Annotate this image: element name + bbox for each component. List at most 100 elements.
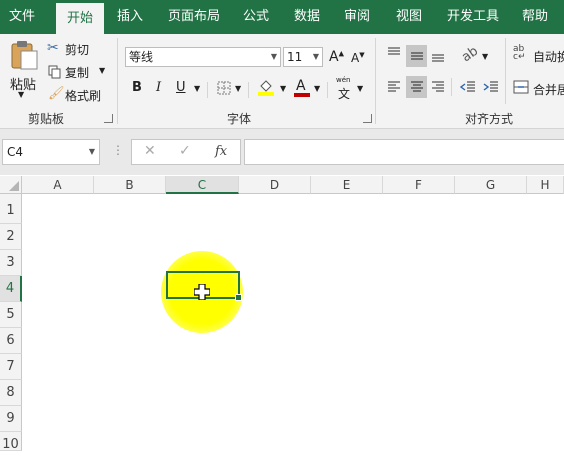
font-size-value: 11 bbox=[287, 50, 303, 64]
format-painter-button[interactable]: 🖌 格式刷 bbox=[47, 86, 107, 104]
top-align-icon[interactable] bbox=[387, 47, 401, 61]
tab-review[interactable]: 审阅 bbox=[336, 0, 378, 34]
tab-developer[interactable]: 开发工具 bbox=[440, 0, 506, 34]
row-header-6[interactable]: 6 bbox=[0, 328, 22, 354]
tab-page-layout[interactable]: 页面布局 bbox=[160, 0, 228, 34]
merge-center-button[interactable]: 合并居 bbox=[513, 78, 564, 98]
row-header-9[interactable]: 9 bbox=[0, 406, 22, 432]
font-launcher-icon[interactable] bbox=[363, 114, 372, 123]
brush-icon: 🖌 bbox=[48, 86, 65, 101]
align-left-icon[interactable] bbox=[387, 80, 401, 94]
paste-dropdown-icon[interactable]: ▼ bbox=[18, 90, 24, 99]
cancel-icon[interactable]: ✕ bbox=[144, 143, 156, 159]
column-header-b[interactable]: B bbox=[94, 176, 166, 194]
tab-file[interactable]: 文件 bbox=[0, 0, 44, 34]
format-painter-label: 格式刷 bbox=[65, 89, 102, 103]
cut-button[interactable]: ✂ 剪切 bbox=[47, 40, 97, 58]
phonetic-dropdown-icon[interactable]: ▼ bbox=[357, 84, 363, 93]
merge-label: 合并居 bbox=[533, 83, 564, 97]
italic-button[interactable]: I bbox=[156, 80, 161, 95]
font-color-dropdown-icon[interactable]: ▼ bbox=[314, 84, 320, 93]
column-header-a[interactable]: A bbox=[22, 176, 94, 194]
merge-icon bbox=[513, 80, 529, 94]
copy-dropdown-icon: ▼ bbox=[99, 66, 106, 75]
grow-font-icon[interactable]: A▲ bbox=[329, 49, 344, 65]
font-name-value: 等线 bbox=[129, 50, 154, 64]
orientation-dropdown-icon[interactable]: ▼ bbox=[482, 52, 488, 61]
border-icon[interactable] bbox=[217, 81, 231, 95]
row-header-5[interactable]: 5 bbox=[0, 302, 22, 328]
underline-dropdown-icon[interactable]: ▼ bbox=[194, 84, 200, 93]
name-box-value: C4 bbox=[7, 145, 24, 159]
shrink-font-icon[interactable]: A▼ bbox=[351, 51, 365, 65]
phonetic-glyph: 文 bbox=[338, 87, 351, 101]
row-header-7[interactable]: 7 bbox=[0, 354, 22, 380]
divider bbox=[451, 78, 452, 96]
fill-color-icon[interactable] bbox=[257, 78, 275, 96]
fill-color-dropdown-icon[interactable]: ▼ bbox=[280, 84, 286, 93]
row-header-spacer bbox=[0, 194, 22, 198]
divider bbox=[327, 82, 328, 98]
group-divider bbox=[375, 38, 376, 124]
more-options-icon[interactable]: ⋮ bbox=[112, 143, 124, 157]
row-header-2[interactable]: 2 bbox=[0, 224, 22, 250]
row-header-3[interactable]: 3 bbox=[0, 250, 22, 276]
column-header-e[interactable]: E bbox=[311, 176, 383, 194]
worksheet-grid[interactable] bbox=[22, 194, 564, 451]
tab-formulas[interactable]: 公式 bbox=[236, 0, 276, 34]
divider bbox=[248, 82, 249, 98]
tab-data[interactable]: 数据 bbox=[286, 0, 328, 34]
alignment-group-label: 对齐方式 bbox=[465, 112, 514, 126]
align-right-icon[interactable] bbox=[431, 80, 445, 94]
font-name-combo[interactable]: 等线 ▼ bbox=[125, 47, 281, 67]
phonetic-button[interactable]: wén 文 bbox=[336, 76, 354, 101]
column-header-d[interactable]: D bbox=[239, 176, 311, 194]
tab-insert[interactable]: 插入 bbox=[108, 0, 152, 34]
bold-button[interactable]: B bbox=[132, 80, 142, 95]
cut-label: 剪切 bbox=[65, 43, 90, 57]
tab-help[interactable]: 帮助 bbox=[514, 0, 556, 34]
scissors-icon: ✂ bbox=[47, 40, 59, 56]
tab-home[interactable]: 开始 bbox=[56, 3, 104, 34]
phonetic-icon: wén bbox=[336, 76, 351, 84]
wrap-text-label: 自动换 bbox=[533, 50, 564, 64]
copy-icon bbox=[48, 65, 61, 79]
orientation-icon[interactable]: ab bbox=[459, 44, 481, 66]
wrap-text-icon: ab c↵ bbox=[513, 44, 526, 62]
underline-button[interactable]: U bbox=[176, 80, 186, 95]
column-header-f[interactable]: F bbox=[383, 176, 455, 194]
middle-align-icon[interactable] bbox=[410, 49, 424, 63]
align-center-icon[interactable] bbox=[410, 80, 424, 94]
row-header-1[interactable]: 1 bbox=[0, 198, 22, 224]
font-color-swatch bbox=[294, 93, 310, 97]
row-header-8[interactable]: 8 bbox=[0, 380, 22, 406]
row-header-10[interactable]: 10 bbox=[0, 432, 22, 452]
chevron-down-icon: ▼ bbox=[88, 147, 95, 156]
select-all-button[interactable] bbox=[0, 176, 22, 194]
column-header-g[interactable]: G bbox=[455, 176, 527, 194]
font-size-combo[interactable]: 11 ▼ bbox=[283, 47, 323, 67]
increase-indent-icon[interactable] bbox=[483, 80, 499, 94]
paste-button[interactable]: 粘贴 bbox=[6, 38, 42, 94]
border-dropdown-icon[interactable]: ▼ bbox=[235, 84, 241, 93]
enter-icon[interactable]: ✓ bbox=[179, 143, 191, 159]
chevron-down-icon: ▼ bbox=[312, 52, 319, 61]
divider bbox=[505, 38, 506, 104]
column-header-c[interactable]: C bbox=[166, 176, 239, 194]
chevron-down-icon: ▼ bbox=[270, 52, 277, 61]
font-group-label: 字体 bbox=[227, 112, 252, 126]
name-box[interactable]: C4 ▼ bbox=[2, 139, 100, 165]
bottom-align-icon[interactable] bbox=[431, 49, 445, 63]
wrap-text-button[interactable]: ab c↵ 自动换 bbox=[513, 45, 564, 65]
ribbon-home: 粘贴 ▼ ✂ 剪切 复制 ▼ 🖌 格式刷 剪贴板 等线 ▼ 11 ▼ A▲ A▼… bbox=[0, 34, 564, 129]
row-header-4[interactable]: 4 bbox=[0, 276, 22, 302]
clipboard-launcher-icon[interactable] bbox=[104, 114, 113, 123]
insert-function-icon[interactable]: fx bbox=[215, 144, 227, 159]
tab-view[interactable]: 视图 bbox=[388, 0, 430, 34]
font-color-button[interactable]: A bbox=[294, 78, 310, 97]
fill-handle[interactable] bbox=[235, 294, 242, 301]
formula-input[interactable] bbox=[244, 139, 564, 165]
column-header-h[interactable]: H bbox=[527, 176, 564, 194]
copy-button[interactable]: 复制 ▼ bbox=[47, 63, 109, 81]
decrease-indent-icon[interactable] bbox=[460, 80, 476, 94]
